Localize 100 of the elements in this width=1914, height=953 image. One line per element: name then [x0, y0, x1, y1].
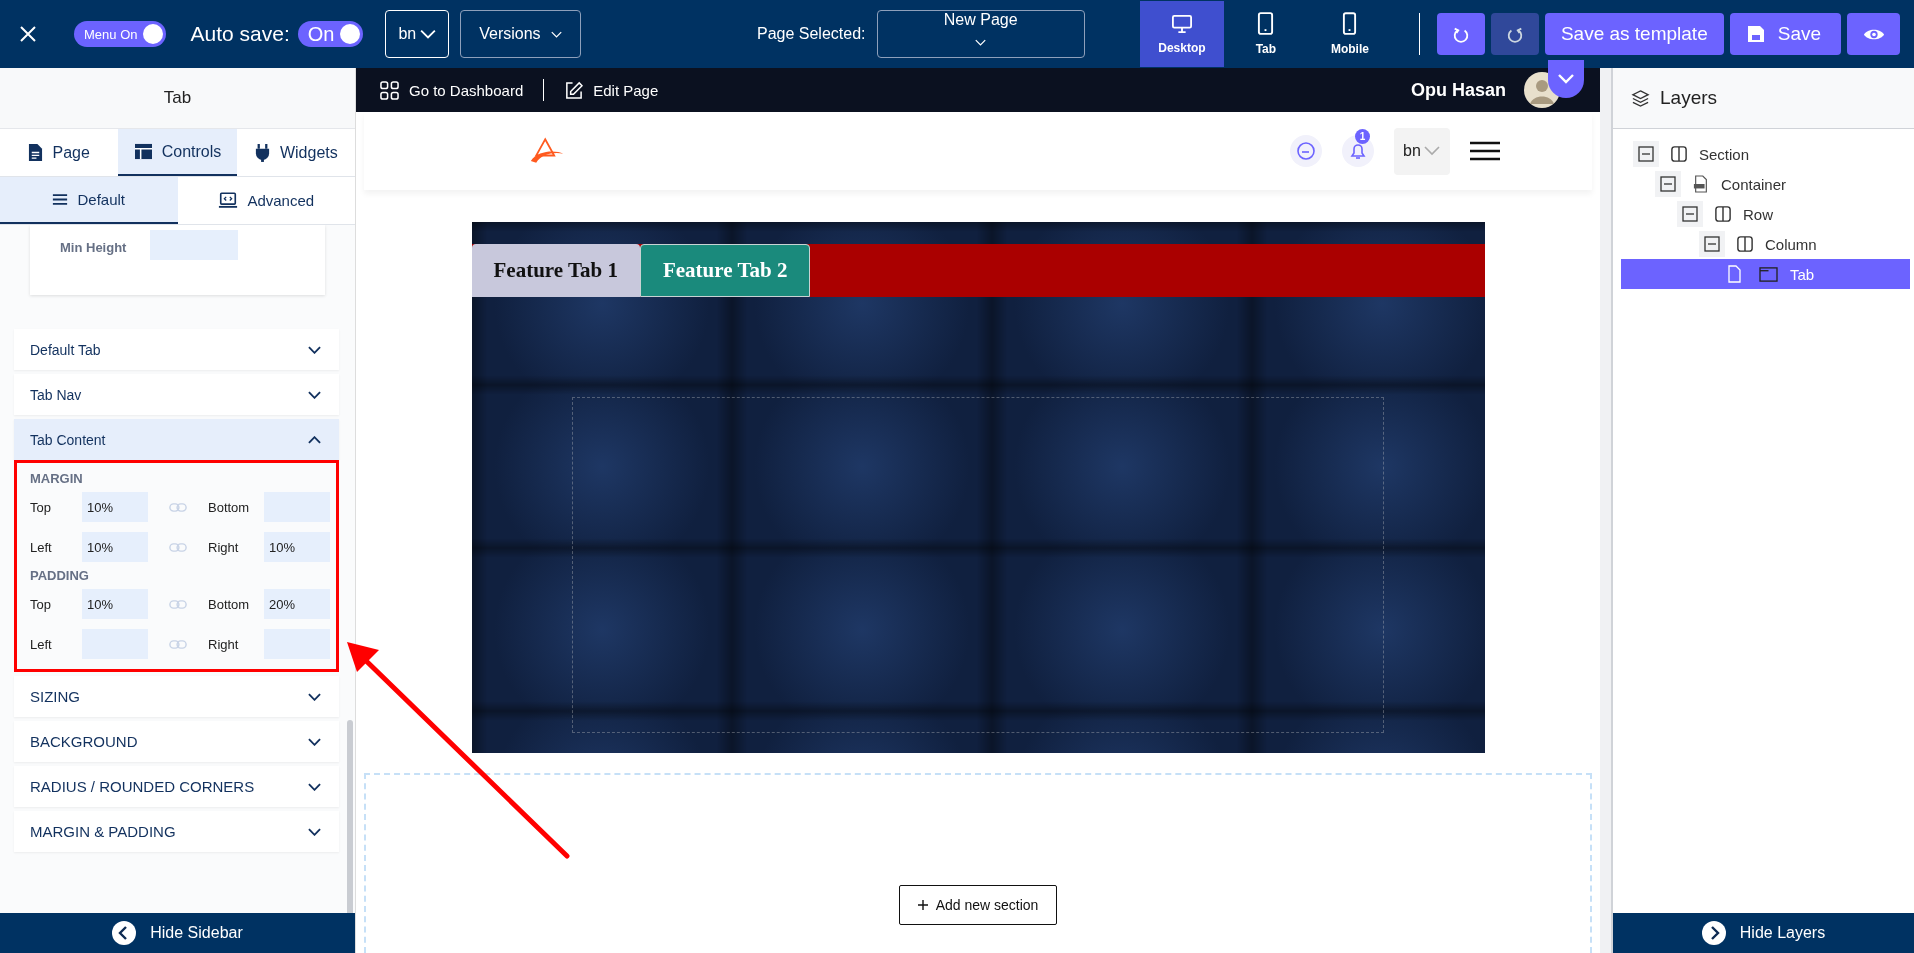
group-title: MARGIN	[30, 471, 84, 486]
chevron-icon	[308, 782, 321, 791]
plus-icon	[917, 900, 928, 910]
chevron-icon	[308, 390, 321, 399]
input-field[interactable]: 10%	[82, 532, 148, 562]
device-tab[interactable]: Mobile	[1307, 1, 1392, 67]
redo-icon	[1505, 25, 1524, 43]
accordion-header[interactable]: Tab Content	[14, 419, 339, 460]
field-label: Bottom	[208, 499, 251, 515]
undo-icon	[1451, 25, 1470, 43]
chevron-icon	[308, 827, 321, 836]
save-as-template-button[interactable]: Save as template	[1544, 13, 1724, 55]
phone-icon	[1342, 12, 1358, 35]
feature-tab[interactable]: Feature Tab 2	[639, 244, 811, 297]
chevron-left-icon	[112, 921, 137, 945]
tablet-icon	[1257, 12, 1275, 35]
sidebar-subtab[interactable]: Default	[0, 177, 178, 224]
close-icon[interactable]	[18, 24, 38, 44]
input-field[interactable]: 10%	[82, 492, 148, 522]
accordion-header[interactable]: BACKGROUND	[14, 721, 339, 762]
scrollbar[interactable]	[347, 720, 353, 913]
field-label: Right	[208, 636, 240, 652]
logo-icon[interactable]	[529, 137, 565, 165]
field-label: Top	[30, 596, 52, 612]
language-dropdown[interactable]: bn	[385, 10, 450, 58]
layer-item[interactable]: Container	[1621, 169, 1910, 199]
collapse-icon[interactable]	[1699, 231, 1725, 257]
layer-item[interactable]: Tab	[1621, 259, 1910, 289]
field-label: Left	[30, 539, 53, 555]
edit-page-link[interactable]: Edit Page	[558, 79, 665, 101]
layers-icon	[1631, 88, 1650, 108]
layer-item[interactable]: Column	[1621, 229, 1910, 259]
chevron-down-icon	[1558, 74, 1574, 84]
field-label: Min Height	[60, 240, 127, 255]
chat-icon[interactable]	[1290, 135, 1322, 167]
chevron-icon	[308, 435, 321, 444]
accordion-header[interactable]: SIZING	[14, 676, 339, 717]
input-field[interactable]: 10%	[82, 589, 148, 619]
autosave-toggle[interactable]: On	[297, 21, 364, 47]
window-icon	[1759, 265, 1778, 283]
accordion-header[interactable]: RADIUS / ROUNDED CORNERS	[14, 766, 339, 807]
document-icon	[28, 143, 44, 162]
chevron-down-icon	[550, 30, 562, 38]
input-field[interactable]	[150, 230, 239, 260]
accordion-header[interactable]: Tab Nav	[14, 374, 339, 415]
layer-item[interactable]: Section	[1621, 139, 1910, 169]
page-selected-label: Page Selected:	[756, 25, 866, 43]
layers-title: Layers	[1660, 87, 1718, 109]
dashboard-link[interactable]: Go to Dashboard	[374, 79, 530, 101]
menu-icon[interactable]	[1470, 141, 1500, 161]
versions-dropdown[interactable]: Versions	[460, 10, 581, 58]
edit-icon	[564, 80, 584, 100]
columns-icon	[1715, 206, 1731, 222]
input-field[interactable]: 20%	[264, 589, 330, 619]
columns-icon	[1737, 236, 1753, 252]
laptop-code-icon	[218, 192, 239, 209]
feature-tab[interactable]: Feature Tab 1	[471, 244, 640, 297]
device-tab[interactable]: Tab	[1223, 1, 1308, 67]
layout-icon	[133, 143, 153, 160]
accordion-header[interactable]: MARGIN & PADDING	[14, 811, 339, 852]
page-dropdown[interactable]: New Page	[876, 10, 1085, 58]
collapse-icon[interactable]	[1677, 201, 1703, 227]
field-label: Right	[208, 539, 240, 555]
collapse-button[interactable]	[1548, 60, 1584, 98]
save-button[interactable]: Save	[1729, 13, 1841, 55]
language-dropdown[interactable]: bn	[1394, 127, 1450, 175]
lines-icon	[52, 193, 69, 206]
autosave-label: Auto save:	[190, 22, 290, 46]
plug-icon	[253, 143, 271, 162]
field-label: Left	[30, 636, 53, 652]
collapse-icon[interactable]	[1633, 141, 1659, 167]
scrollbar[interactable]	[1600, 68, 1611, 953]
chevron-right-icon	[1701, 921, 1726, 945]
group-title: PADDING	[30, 568, 90, 583]
sidebar-title: Tab	[0, 68, 355, 129]
collapse-icon[interactable]	[1655, 171, 1681, 197]
user-name: Opu Hasan	[1410, 79, 1506, 101]
columns-icon	[1671, 146, 1687, 162]
field-label: Top	[30, 499, 52, 515]
hide-layers-button[interactable]: Hide Layers	[1613, 913, 1914, 953]
chevron-down-icon	[1422, 146, 1441, 156]
hide-sidebar-button[interactable]: Hide Sidebar	[0, 913, 355, 953]
menu-toggle[interactable]: Menu On	[74, 21, 167, 47]
chevron-down-icon	[420, 29, 437, 39]
add-section-button[interactable]: Add new section	[898, 885, 1058, 925]
device-tab[interactable]: Desktop	[1139, 1, 1224, 67]
chevron-down-icon	[975, 39, 987, 46]
grid-icon	[380, 80, 399, 100]
sidebar-tab[interactable]: Controls	[118, 129, 237, 176]
preview-button[interactable]	[1847, 13, 1900, 55]
chevron-icon	[308, 692, 321, 701]
layer-item[interactable]: Row	[1621, 199, 1910, 229]
chevron-icon	[308, 737, 321, 746]
monitor-icon	[1170, 13, 1193, 34]
field-label: Bottom	[208, 596, 251, 612]
chevron-icon	[308, 345, 321, 354]
accordion-header[interactable]: Default Tab	[14, 329, 339, 370]
input-field[interactable]: 10%	[264, 532, 330, 562]
undo-button[interactable]	[1436, 13, 1485, 55]
document-icon	[1693, 175, 1709, 193]
